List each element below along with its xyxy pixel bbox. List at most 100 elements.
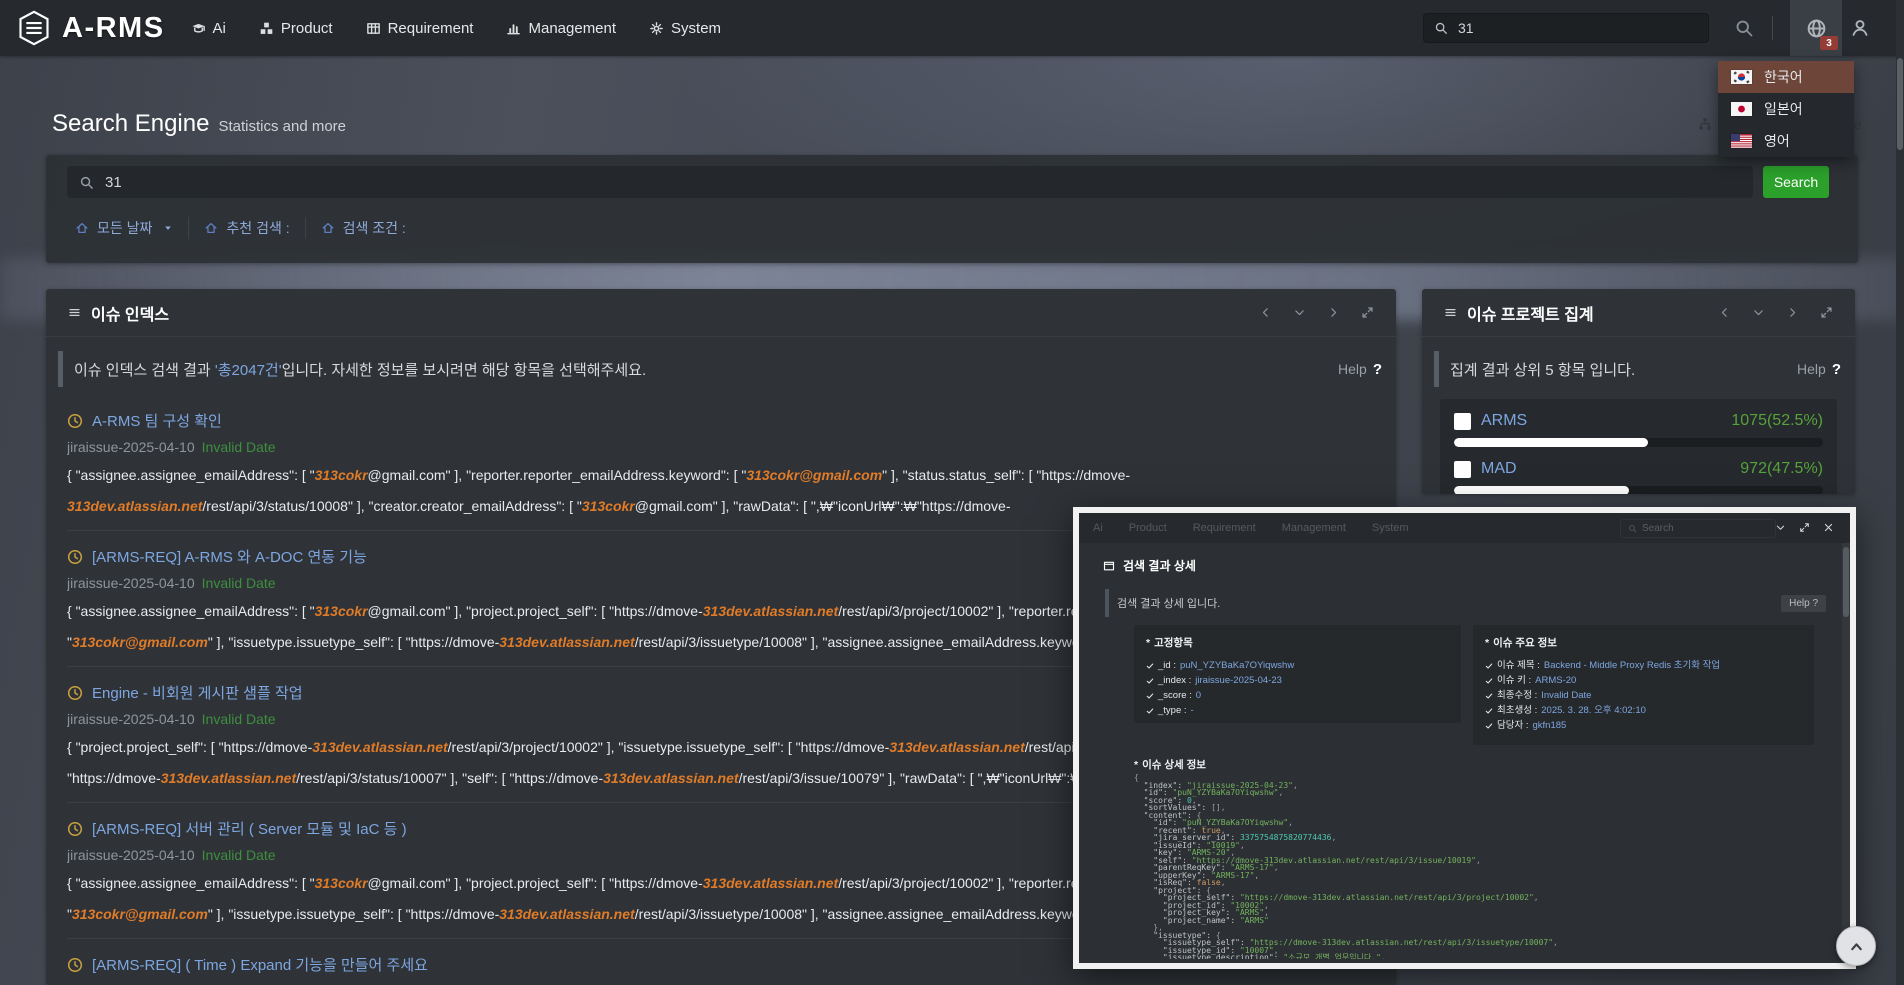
modal-field-row: 최종수정 : Invalid Date xyxy=(1485,688,1802,703)
filter-3[interactable]: 검색 조건 : xyxy=(306,218,421,238)
close-icon[interactable] xyxy=(1823,522,1834,533)
filter-1[interactable]: 모든 날짜 xyxy=(60,218,188,238)
json-line: "id": "puN_YZYBaKa7OYiqwshw", xyxy=(1134,789,1808,797)
json-token: 3375754875820774436 xyxy=(1240,833,1332,842)
check-icon xyxy=(1485,707,1493,715)
project-label[interactable]: MAD xyxy=(1481,460,1517,478)
nav-item-product[interactable]: Product xyxy=(259,20,333,37)
us-flag-icon xyxy=(1731,134,1752,148)
field-key: 최종수정 : xyxy=(1497,688,1537,703)
lang-item-label: 한국어 xyxy=(1764,67,1803,87)
aggregation-header: 이슈 프로젝트 집계 xyxy=(1422,289,1855,337)
issue-title-link[interactable]: [ARMS-REQ] 서버 관리 ( Server 모듈 및 IaC 등 ) xyxy=(92,818,407,839)
field-key: 이슈 제목 : xyxy=(1497,658,1540,673)
json-segment: " ], "issuetype.issuetype_self": [ "http… xyxy=(208,906,499,922)
nav-item-requirement[interactable]: Requirement xyxy=(366,20,474,37)
issue-info-title: *이슈 주요 정보 xyxy=(1485,635,1802,650)
notice-suffix: 입니다. 자세한 정보를 보시려면 해당 항목을 선택해주세요. xyxy=(282,362,647,379)
modal-field-row: 담당자 : gkfn185 xyxy=(1485,718,1802,733)
nav-search-input[interactable] xyxy=(1456,19,1698,37)
nav-item-label: Ai xyxy=(213,20,226,37)
notice-text: 이슈 인덱스 검색 결과 '총2047건'입니다. 자세한 정보를 보시려면 해… xyxy=(74,359,646,380)
expand-icon[interactable] xyxy=(1820,306,1833,319)
chevron-down-icon[interactable] xyxy=(1293,306,1306,319)
field-value: ARMS-20 xyxy=(1535,673,1576,688)
check-icon xyxy=(1146,707,1154,715)
expand-icon[interactable] xyxy=(1799,522,1810,533)
page-scrollbar[interactable] xyxy=(1896,0,1904,985)
search-filters: 모든 날짜추천 검색 :검색 조건 : xyxy=(60,213,421,243)
user-icon[interactable] xyxy=(1850,18,1870,38)
json-token: , xyxy=(1240,841,1245,850)
json-token: , xyxy=(1534,893,1539,902)
modal-scrollbar[interactable] xyxy=(1842,543,1850,963)
expand-icon[interactable] xyxy=(1361,306,1374,319)
aggregation-notice: 집계 결과 상위 5 항목 입니다. Help? xyxy=(1434,351,1841,387)
main-search-input[interactable] xyxy=(103,173,1741,192)
nav-item-management[interactable]: Management xyxy=(506,20,616,37)
topbar-search-button[interactable] xyxy=(1734,18,1754,38)
field-value: 0 xyxy=(1196,688,1201,703)
issue-title-link[interactable]: [ARMS-REQ] A-RMS 와 A-DOC 연동 기능 xyxy=(92,546,367,567)
nav-item-system[interactable]: System xyxy=(649,20,721,37)
json-token: , xyxy=(1381,953,1386,959)
aggregation-title: 이슈 프로젝트 집계 xyxy=(1444,301,1594,325)
nav-search-box xyxy=(1423,13,1709,43)
nav-item-label: Management xyxy=(528,20,616,37)
chevron-down-icon[interactable] xyxy=(1752,306,1765,319)
issue-title-link[interactable]: A-RMS 팀 구성 확인 xyxy=(92,410,222,431)
cogs-icon xyxy=(649,21,664,36)
json-line: }, xyxy=(1134,924,1808,932)
lang-item-us[interactable]: 영어 xyxy=(1718,125,1854,157)
json-token: , xyxy=(1254,871,1259,880)
issue-title-link[interactable]: Engine - 비회원 게시판 샘플 작업 xyxy=(92,682,303,703)
modal-scrollbar-thumb[interactable] xyxy=(1843,547,1849,617)
json-token: [], xyxy=(1211,803,1225,812)
chevron-left-icon[interactable] xyxy=(1718,306,1731,319)
panel-title-text: 이슈 프로젝트 집계 xyxy=(1467,301,1594,325)
page-scrollbar-thumb[interactable] xyxy=(1897,58,1903,150)
ghost-nav-item: Product xyxy=(1129,522,1167,534)
chevron-down-icon[interactable] xyxy=(1775,522,1786,533)
help-button[interactable]: Help ? xyxy=(1781,595,1826,612)
chevron-left-icon[interactable] xyxy=(1259,306,1272,319)
json-line: "score": 0, xyxy=(1134,797,1808,805)
issue-title-link[interactable]: [ARMS-REQ] ( Time ) Expand 기능을 만들어 주세요 xyxy=(92,954,428,975)
json-segment: /rest/api/3/issue/10079" ], "rawData": [… xyxy=(739,770,1089,786)
json-segment: 313cokr xyxy=(315,875,368,891)
help-button[interactable]: Help? xyxy=(1797,361,1841,378)
field-value: Invalid Date xyxy=(1541,688,1591,703)
json-segment: 313dev.atlassian.net xyxy=(499,634,634,650)
notice-count-link[interactable]: '총2047건' xyxy=(215,362,282,379)
brand-logo[interactable]: A-RMS xyxy=(16,10,165,46)
progress-bar xyxy=(1454,438,1823,447)
checkbox[interactable] xyxy=(1454,413,1471,430)
panel-title-text: 이슈 인덱스 xyxy=(91,301,169,325)
project-label[interactable]: ARMS xyxy=(1481,412,1527,430)
json-segment: 313dev.atlassian.net xyxy=(312,739,447,755)
issue-meta-date: Invalid Date xyxy=(202,575,276,591)
notice-accent-bar xyxy=(58,351,63,387)
home-icon xyxy=(204,221,218,235)
lang-item-jp[interactable]: 일본어 xyxy=(1718,93,1854,125)
chevron-right-icon[interactable] xyxy=(1327,306,1340,319)
project-aggregation-panel: 이슈 프로젝트 집계 집계 결과 상위 5 항목 입니다. Help? ARMS… xyxy=(1422,289,1855,494)
modal-field-row: _id : puN_YZYBaKa7OYiqwshw xyxy=(1146,658,1449,673)
nav-item-ai[interactable]: Ai xyxy=(191,20,226,37)
ghost-nav-item: Requirement xyxy=(1193,522,1256,534)
checkbox[interactable] xyxy=(1454,461,1471,478)
json-token: "https://dmove-313dev.atlassian.net/rest… xyxy=(1250,938,1553,947)
json-segment: 313cokr@gmail.com xyxy=(746,467,882,483)
star-bullet-icon: * xyxy=(1134,759,1138,771)
hamburger-icon xyxy=(1444,306,1457,319)
chevron-right-icon[interactable] xyxy=(1786,306,1799,319)
lang-item-kr[interactable]: 한국어 xyxy=(1718,61,1854,93)
modal-field-row: 이슈 제목 : Backend - Middle Proxy Redis 초기화… xyxy=(1485,658,1802,673)
scroll-to-top-button[interactable] xyxy=(1836,926,1876,966)
filter-2[interactable]: 추천 검색 : xyxy=(189,218,304,238)
search-button[interactable]: Search xyxy=(1763,166,1829,198)
help-button[interactable]: Help? xyxy=(1338,361,1382,378)
json-segment: 313cokr xyxy=(582,498,635,514)
panel-title-text: 이슈 상세 정보 xyxy=(1142,759,1206,771)
table-icon xyxy=(366,21,381,36)
